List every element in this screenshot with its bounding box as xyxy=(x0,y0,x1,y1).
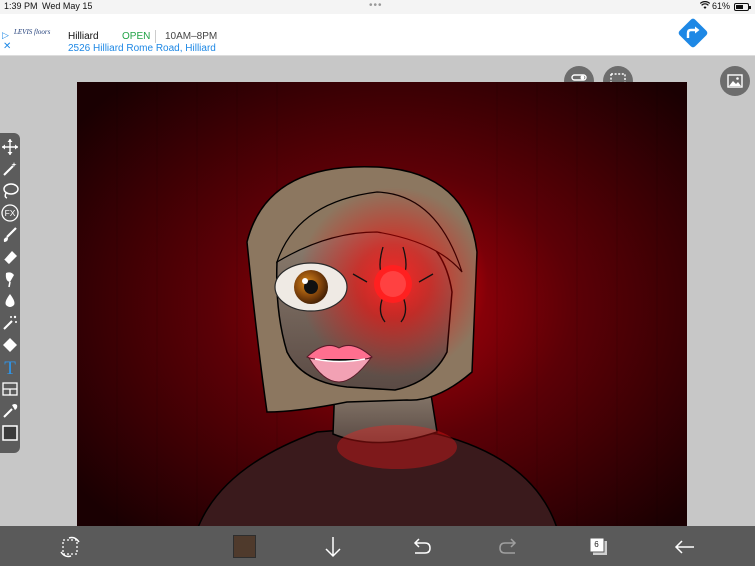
back-button[interactable] xyxy=(672,534,698,560)
text-tool-label: T xyxy=(4,358,16,376)
transform-icon xyxy=(60,536,80,558)
status-time: 1:39 PM xyxy=(4,1,38,11)
blur-icon xyxy=(5,294,15,307)
undo-button[interactable] xyxy=(408,534,434,560)
lasso-tool[interactable] xyxy=(0,181,20,201)
fx-label: FX xyxy=(5,208,16,218)
multitasking-dots[interactable]: ••• xyxy=(369,0,383,11)
divide-tool[interactable] xyxy=(0,379,20,399)
image-icon xyxy=(727,74,743,88)
bottom-toolbar xyxy=(0,526,755,566)
download-button[interactable] xyxy=(320,534,346,560)
text-tool[interactable]: T xyxy=(0,357,20,377)
ad-address[interactable]: 2526 Hilliard Rome Road, Hilliard xyxy=(68,43,216,54)
directions-icon[interactable] xyxy=(676,16,710,50)
status-bar: 1:39 PM Wed May 15 ••• 61% xyxy=(0,0,755,14)
layer-count-badge: 6 xyxy=(591,539,602,550)
brush-icon xyxy=(3,227,17,242)
back-arrow-icon xyxy=(674,540,694,554)
eraser-tool[interactable] xyxy=(0,247,20,267)
frame-divider-icon xyxy=(2,382,18,396)
ad-divider xyxy=(155,30,156,43)
ad-logo: LEVIS floors xyxy=(14,28,50,36)
battery-percent: 61% xyxy=(712,1,731,11)
blur-tool[interactable] xyxy=(0,291,20,311)
artwork xyxy=(77,82,687,548)
redo-icon xyxy=(499,538,517,554)
ad-close-icon[interactable]: ✕ xyxy=(3,41,11,52)
transform-button[interactable] xyxy=(57,534,83,560)
smudge-tool[interactable] xyxy=(0,269,20,289)
move-tool[interactable] xyxy=(0,137,20,157)
eyedropper-tool[interactable] xyxy=(0,401,20,421)
bucket-icon xyxy=(3,338,17,352)
status-date: Wed May 15 xyxy=(42,1,93,11)
redo-button[interactable] xyxy=(496,534,522,560)
magic-wand-tool[interactable] xyxy=(0,159,20,179)
ad-open-status: OPEN xyxy=(122,31,151,42)
magic-wand-icon xyxy=(3,162,17,176)
smudge-icon xyxy=(5,272,14,288)
battery-icon xyxy=(734,3,751,11)
ad-logo-text: LEVIS floors xyxy=(14,28,51,36)
adchoices-icon[interactable]: ▷ xyxy=(2,30,9,41)
wifi-icon xyxy=(699,1,711,12)
filter-tool[interactable]: FX xyxy=(0,203,20,223)
fx-icon: FX xyxy=(1,204,19,222)
reference-image-button[interactable] xyxy=(720,66,750,96)
ad-banner[interactable]: ▷ ✕ LEVIS floors Hilliard OPEN 10AM–8PM … xyxy=(0,14,755,56)
eyedropper-icon xyxy=(3,404,18,418)
tool-palette: FX T xyxy=(0,133,20,453)
color-swatch[interactable] xyxy=(233,535,256,558)
canvas-tool[interactable] xyxy=(0,423,20,443)
download-arrow-icon xyxy=(325,537,341,558)
sparkle-brush-icon xyxy=(3,315,17,330)
special-brush-tool[interactable] xyxy=(0,313,20,333)
canvas-icon xyxy=(2,425,18,441)
fill-tool[interactable] xyxy=(0,335,20,355)
undo-icon xyxy=(413,538,431,554)
text-icon: T xyxy=(4,358,16,376)
brush-tool[interactable] xyxy=(0,225,20,245)
ad-business-name[interactable]: Hilliard xyxy=(68,31,99,42)
drawing-canvas[interactable] xyxy=(77,82,687,548)
lasso-icon xyxy=(3,183,19,199)
ad-hours: 10AM–8PM xyxy=(165,31,218,42)
eraser-icon xyxy=(3,251,17,264)
move-icon xyxy=(2,139,18,155)
